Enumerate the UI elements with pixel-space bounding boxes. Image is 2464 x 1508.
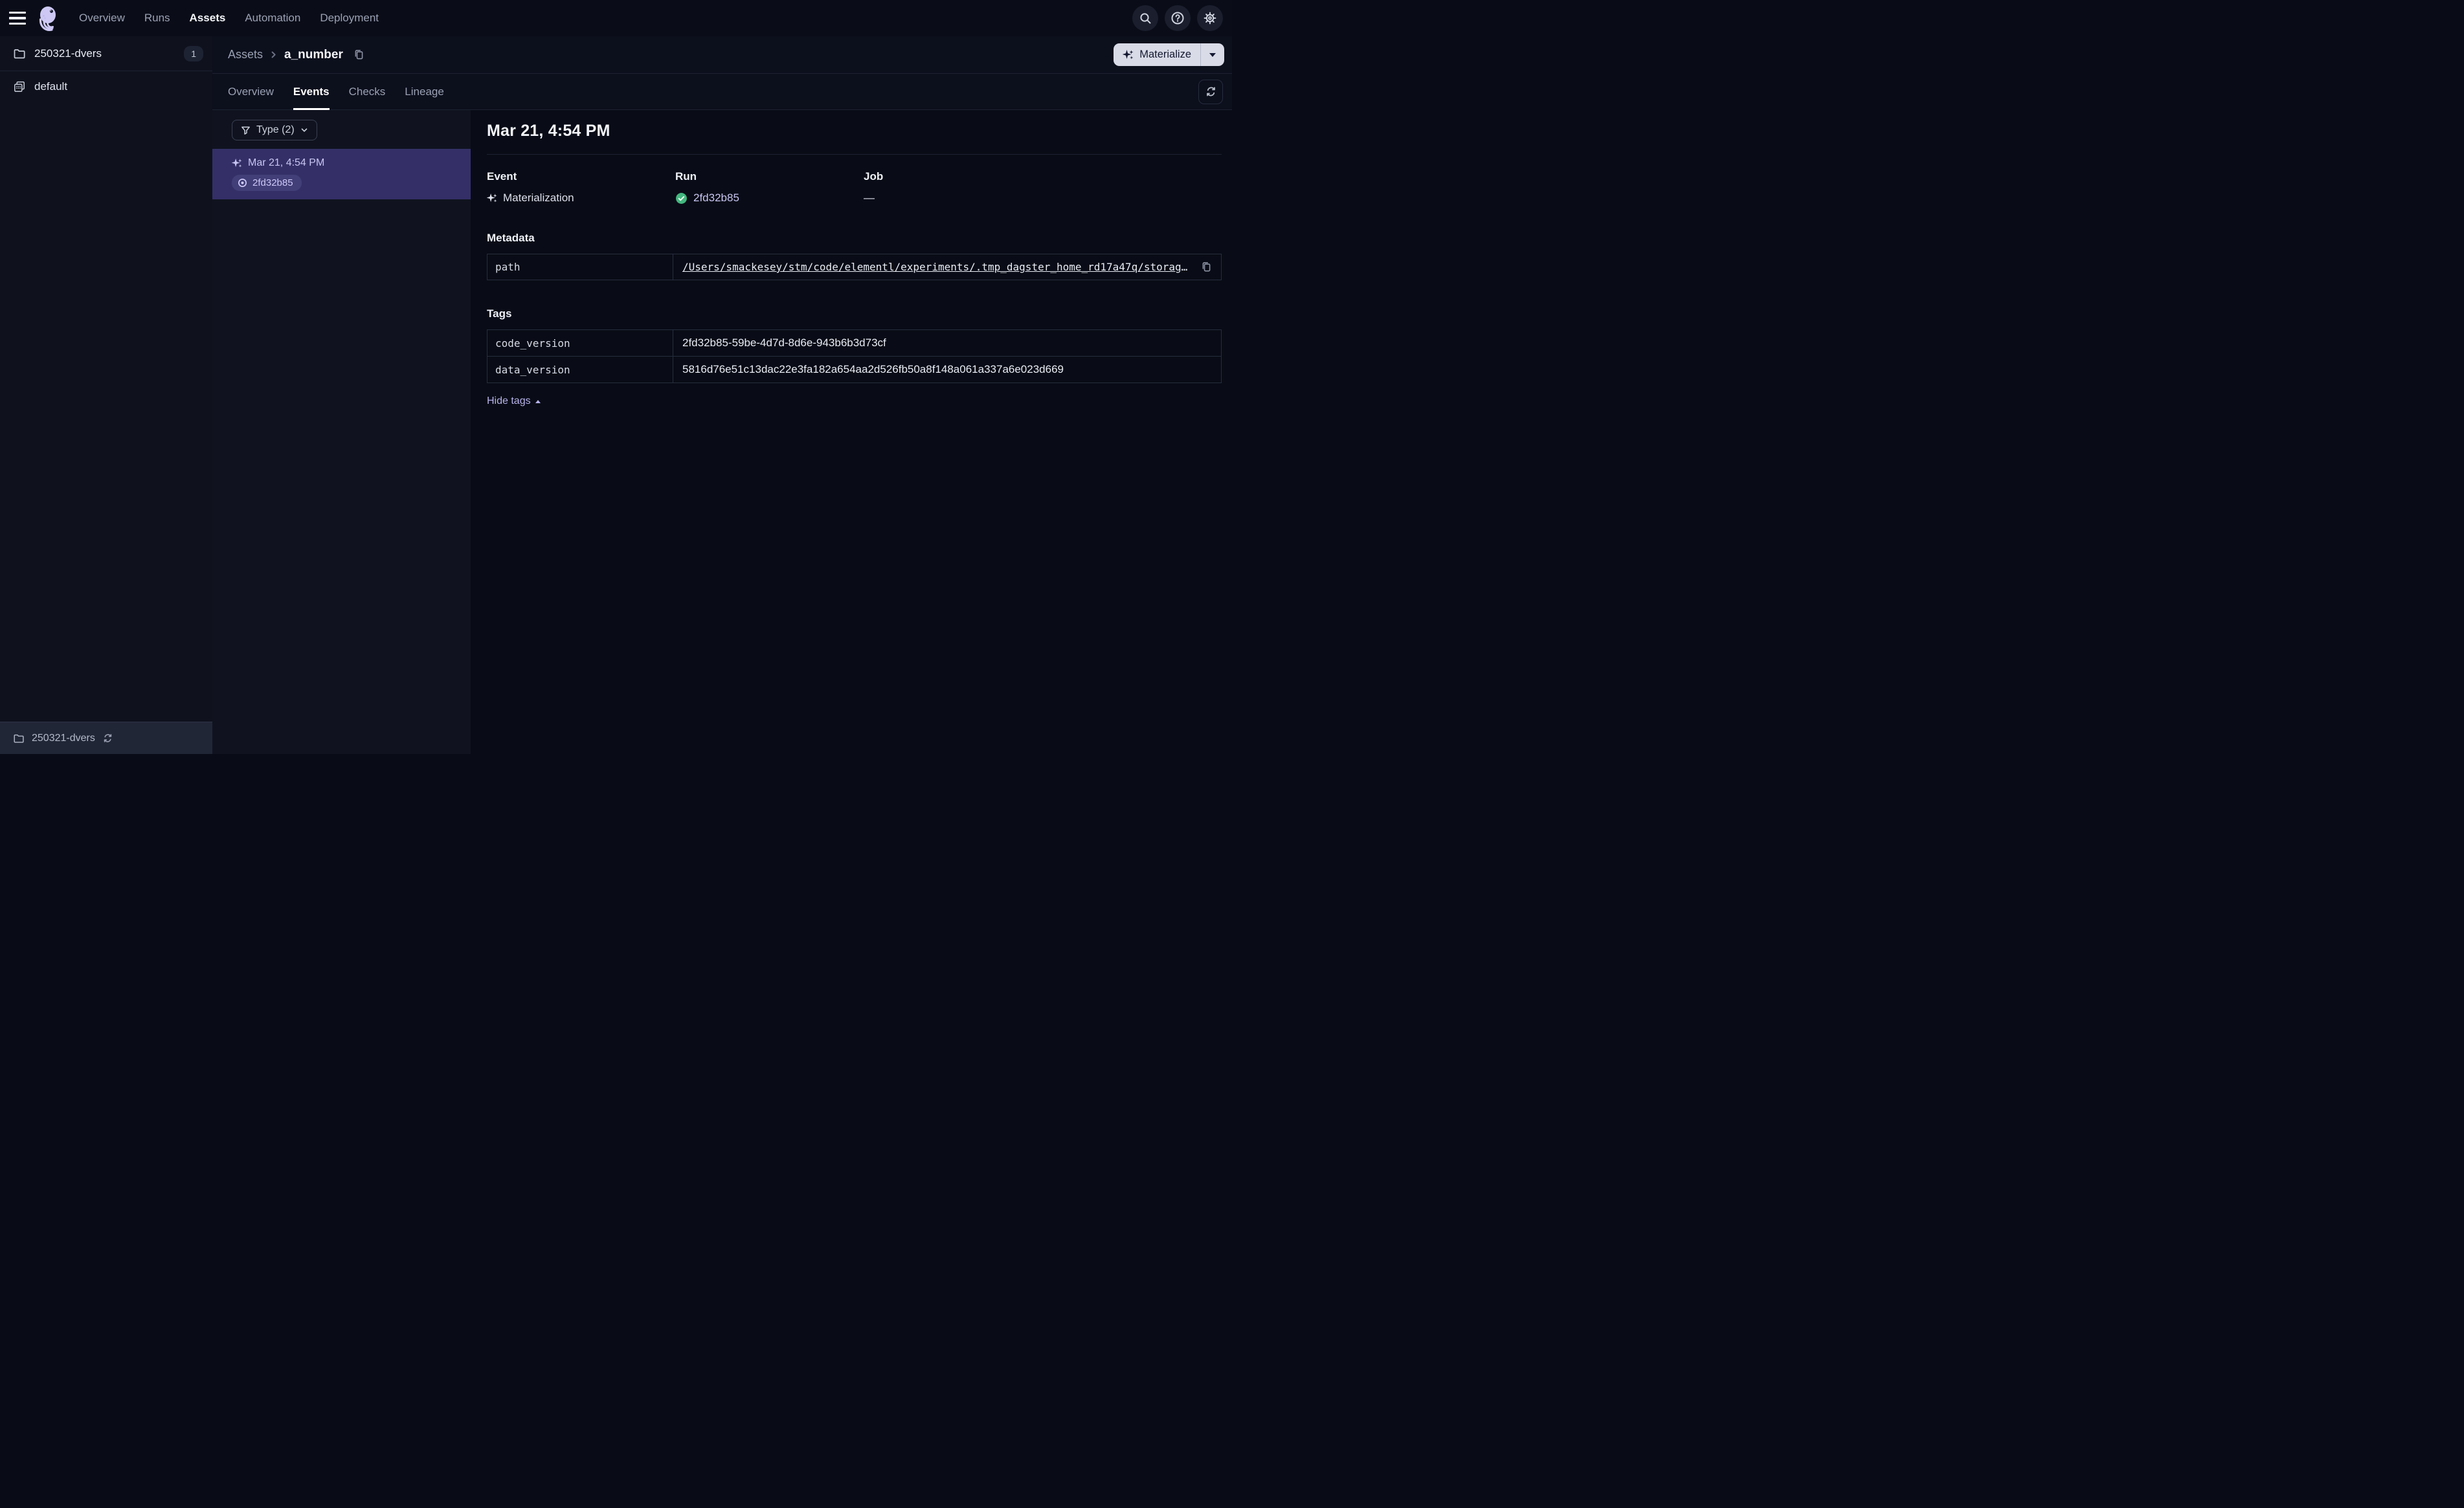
event-item-run-id: 2fd32b85	[252, 177, 293, 188]
asset-sidebar: 250321-dvers 1 default 250321-dvers	[0, 36, 212, 754]
event-type-filter-label: Type (2)	[256, 124, 295, 135]
tags-table: code_version 2fd32b85-59be-4d7d-8d6e-943…	[487, 329, 1222, 383]
nav-item-automation[interactable]: Automation	[245, 12, 300, 25]
copy-icon	[1202, 262, 1211, 272]
breadcrumb: Assets a_number	[228, 48, 364, 62]
tab-lineage[interactable]: Lineage	[405, 74, 444, 109]
materialize-dropdown-button[interactable]	[1201, 43, 1224, 66]
job-column-header: Job	[864, 170, 884, 183]
search-icon	[1140, 13, 1151, 24]
run-column-header: Run	[675, 170, 697, 183]
reload-location-button[interactable]	[102, 733, 113, 744]
event-detail-panel: Mar 21, 4:54 PM Event Materialization Ru…	[471, 110, 1232, 754]
top-nav: Overview Runs Assets Automation Deployme…	[0, 0, 1232, 36]
nav-item-overview[interactable]: Overview	[79, 12, 125, 25]
events-list-panel: Type (2) Mar 21, 4:54 PM 2fd32b85	[212, 110, 471, 754]
run-success-check-icon	[676, 192, 687, 204]
materialize-label: Materialize	[1139, 49, 1191, 60]
tag-key: data_version	[487, 357, 673, 383]
nav-item-runs[interactable]: Runs	[144, 12, 170, 25]
gear-icon	[1204, 12, 1216, 25]
primary-nav: Overview Runs Assets Automation Deployme…	[79, 12, 379, 25]
folder-icon	[14, 49, 25, 58]
materialize-button[interactable]: Materialize	[1114, 43, 1200, 66]
caret-up-icon	[535, 399, 541, 403]
chevron-down-icon	[301, 128, 308, 132]
tab-events[interactable]: Events	[293, 74, 330, 110]
tags-row-code-version: code_version 2fd32b85-59be-4d7d-8d6e-943…	[487, 330, 1221, 356]
copy-asset-name-button[interactable]	[353, 49, 364, 60]
hide-tags-label: Hide tags	[487, 395, 531, 406]
folder-icon	[14, 734, 24, 743]
event-list-item-selected[interactable]: Mar 21, 4:54 PM 2fd32b85	[212, 149, 471, 199]
help-button[interactable]	[1165, 5, 1191, 31]
materialization-sparkle-icon	[232, 158, 242, 168]
hide-tags-link[interactable]: Hide tags	[487, 395, 541, 407]
top-nav-actions	[1132, 5, 1223, 31]
metadata-path-link[interactable]: /Users/smackesey/stm/code/elementl/exper…	[682, 261, 1190, 273]
caret-down-icon	[1209, 52, 1216, 57]
filter-funnel-icon	[241, 126, 250, 135]
copy-icon	[355, 50, 363, 60]
event-type-filter-button[interactable]: Type (2)	[232, 120, 317, 140]
tab-overview[interactable]: Overview	[228, 74, 274, 109]
tags-row-data-version: data_version 5816d76e51c13dac22e3fa182a6…	[487, 356, 1221, 383]
breadcrumb-assets-link[interactable]: Assets	[228, 48, 263, 61]
event-item-run-pill[interactable]: 2fd32b85	[232, 175, 302, 191]
hamburger-menu-icon[interactable]	[9, 12, 26, 25]
tag-value: 2fd32b85-59be-4d7d-8d6e-943b6b3d73cf	[682, 337, 886, 349]
materialize-split-button: Materialize	[1114, 43, 1224, 66]
tag-key: code_version	[487, 330, 673, 356]
tags-heading: Tags	[487, 307, 512, 320]
metadata-table: path /Users/smackesey/stm/code/elementl/…	[487, 254, 1222, 280]
search-button[interactable]	[1132, 5, 1158, 31]
sidebar-group-count-badge: 1	[184, 45, 203, 61]
dagster-logo-icon[interactable]	[34, 3, 63, 33]
sidebar-item-default[interactable]: default	[0, 71, 212, 102]
code-location-label: 250321-dvers	[32, 732, 95, 744]
sidebar-footer: 250321-dvers	[0, 722, 212, 754]
refresh-events-button[interactable]	[1198, 79, 1223, 104]
event-type-value: Materialization	[503, 192, 574, 204]
refresh-icon	[1206, 87, 1215, 96]
materialization-sparkle-icon	[487, 193, 497, 203]
sidebar-group-label: 250321-dvers	[34, 47, 102, 60]
asset-name: a_number	[284, 47, 343, 61]
tag-value: 5816d76e51c13dac22e3fa182a654aa2d526fb50…	[682, 363, 1064, 375]
asset-header: Assets a_number Materialize	[212, 36, 1232, 74]
sidebar-item-label: default	[34, 80, 68, 93]
metadata-heading: Metadata	[487, 232, 535, 244]
metadata-key: path	[487, 254, 673, 280]
chevron-right-icon	[269, 50, 278, 59]
help-icon	[1171, 12, 1184, 25]
nav-item-assets[interactable]: Assets	[190, 12, 226, 25]
nav-item-deployment[interactable]: Deployment	[320, 12, 379, 25]
dagster-app: Overview Runs Assets Automation Deployme…	[0, 0, 1232, 754]
event-column-header: Event	[487, 170, 517, 183]
sidebar-group-250321-dvers[interactable]: 250321-dvers 1	[0, 36, 212, 71]
event-item-timestamp: Mar 21, 4:54 PM	[248, 157, 325, 168]
run-id-link[interactable]: 2fd32b85	[693, 192, 739, 205]
event-detail-title: Mar 21, 4:54 PM	[487, 122, 610, 140]
settings-button[interactable]	[1197, 5, 1223, 31]
job-value: —	[864, 192, 875, 204]
tab-checks[interactable]: Checks	[349, 74, 386, 109]
asset-tabs: Overview Events Checks Lineage	[212, 74, 1232, 110]
refresh-icon	[104, 734, 112, 742]
metadata-row-path: path /Users/smackesey/stm/code/elementl/…	[487, 254, 1221, 280]
copy-path-button[interactable]	[1201, 261, 1212, 272]
run-status-circle-dot-icon	[238, 179, 247, 187]
materialization-sparkle-icon	[1123, 50, 1134, 60]
asset-group-icon	[14, 81, 25, 92]
